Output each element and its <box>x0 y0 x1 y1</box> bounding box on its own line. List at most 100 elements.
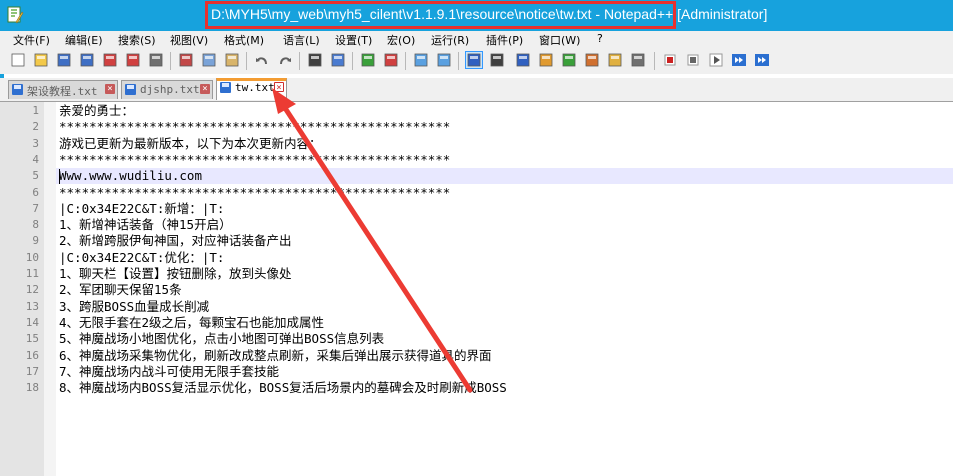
run-multiple-icon[interactable] <box>731 52 747 68</box>
menu-item-8[interactable]: 运行(R) <box>431 32 469 48</box>
line-number: 10 <box>25 250 39 264</box>
monitoring-icon[interactable] <box>630 52 646 68</box>
line-number: 5 <box>32 169 39 183</box>
toolbar-separator <box>352 52 353 70</box>
find-icon[interactable] <box>307 52 323 68</box>
line-number: 9 <box>32 234 39 248</box>
text-line[interactable]: 2、新增跨服伊甸神国，对应神话装备产出 <box>59 233 292 249</box>
text-line[interactable]: ****************************************… <box>59 119 450 135</box>
toolbar-separator <box>299 52 300 70</box>
toolbar-separator <box>405 52 406 70</box>
menu-item-5[interactable]: 语言(L) <box>283 32 320 48</box>
text-line[interactable]: 1、聊天栏【设置】按钮删除，放到头像处 <box>59 266 292 282</box>
close-all-icon[interactable] <box>125 52 141 68</box>
text-line[interactable]: |C:0x34E22C&T:新增：|T: <box>59 201 224 217</box>
toolbar <box>0 48 953 74</box>
function-list-icon[interactable] <box>584 52 600 68</box>
text-line[interactable]: 4、无限手套在2级之后，每颗宝石也能加成属性 <box>59 315 324 331</box>
stop-record-icon[interactable] <box>685 52 701 68</box>
record-macro-icon[interactable] <box>662 52 678 68</box>
text-line[interactable]: ****************************************… <box>59 152 450 168</box>
text-line[interactable]: 2、军团聊天保留15条 <box>59 282 182 298</box>
redo-icon[interactable] <box>277 52 293 68</box>
toolbar-separator <box>246 52 247 70</box>
line-number: 17 <box>25 364 39 378</box>
tab-1[interactable]: djshp.txt × <box>121 80 213 99</box>
toolbar-separator <box>170 52 171 70</box>
line-number: 14 <box>25 315 39 329</box>
tab-label: djshp.txt <box>140 83 200 96</box>
line-number: 12 <box>25 283 39 297</box>
text-line[interactable]: 1、新增神话装备（神15开启） <box>59 217 232 233</box>
save-macro-icon[interactable] <box>754 52 770 68</box>
tab-close-icon[interactable]: × <box>274 82 284 93</box>
menu-item-6[interactable]: 设置(T) <box>335 32 372 48</box>
save-disk-icon <box>12 84 23 95</box>
text-line[interactable]: 亲爱的勇士： <box>59 103 134 119</box>
menu-item-10[interactable]: 窗口(W) <box>539 32 580 48</box>
editor[interactable]: 1 2 3 4 5 6 7 8 9 10 11 12 13 14 15 16 17 18 亲爱的勇士： ******… <box>0 102 953 476</box>
show-all-chars-icon[interactable] <box>489 52 505 68</box>
fold-margin[interactable] <box>44 102 56 476</box>
copy-icon[interactable] <box>201 52 217 68</box>
undo-icon[interactable] <box>254 52 270 68</box>
save-icon[interactable] <box>56 52 72 68</box>
cut-icon[interactable] <box>178 52 194 68</box>
sync-horizontal-icon[interactable] <box>436 52 452 68</box>
notepadpp-app-icon[interactable] <box>6 6 24 24</box>
menu-item-11[interactable]: ? <box>597 32 603 45</box>
text-line[interactable]: 3、跨服BOSS血量成长削减 <box>59 299 209 315</box>
menu-item-4[interactable]: 格式(M) <box>224 32 264 48</box>
line-number: 13 <box>25 299 39 313</box>
line-number: 8 <box>32 218 39 232</box>
save-all-icon[interactable] <box>79 52 95 68</box>
tab-close-icon[interactable]: × <box>105 84 115 94</box>
open-file-icon[interactable] <box>33 52 49 68</box>
menu-item-0[interactable]: 文件(F) <box>13 32 50 48</box>
doc-map-icon[interactable] <box>561 52 577 68</box>
menu-item-9[interactable]: 插件(P) <box>486 32 523 48</box>
tab-label: 架设教程.txt <box>27 85 98 98</box>
zoom-out-icon[interactable] <box>383 52 399 68</box>
text-line[interactable]: |C:0x34E22C&T:优化：|T: <box>59 250 224 266</box>
save-disk-icon <box>220 82 231 93</box>
udl-icon[interactable] <box>538 52 554 68</box>
text-line[interactable]: 5、神魔战场小地图优化，点击小地图可弹出BOSS信息列表 <box>59 331 384 347</box>
text-line[interactable]: 8、神魔战场内BOSS复活显示优化，BOSS复活后场景内的墓碑会及时刷新成BOS… <box>59 380 507 396</box>
save-disk-icon <box>125 84 136 95</box>
line-number: 3 <box>32 136 39 150</box>
indent-guide-icon[interactable] <box>515 52 531 68</box>
text-line[interactable]: 游戏已更新为最新版本，以下为本次更新内容： <box>59 136 322 152</box>
text-line[interactable]: ****************************************… <box>59 185 450 201</box>
tab-bar: 架设教程.txt × djshp.txt × tw.txt × <box>0 78 953 102</box>
menu-item-7[interactable]: 宏(O) <box>387 32 415 48</box>
tab-close-icon[interactable]: × <box>200 84 210 94</box>
line-number: 6 <box>32 185 39 199</box>
menu-item-1[interactable]: 编辑(E) <box>65 32 103 48</box>
text-line[interactable]: 6、神魔战场采集物优化，刷新改成整点刷新，采集后弹出展示获得道具的界面 <box>59 348 492 364</box>
replace-icon[interactable] <box>330 52 346 68</box>
zoom-in-icon[interactable] <box>360 52 376 68</box>
line-number-gutter: 1 2 3 4 5 6 7 8 9 10 11 12 13 14 15 16 17 18 <box>0 102 44 476</box>
line-number: 15 <box>25 332 39 346</box>
line-number: 18 <box>25 381 39 395</box>
menu-item-2[interactable]: 搜索(S) <box>118 32 156 48</box>
title-bar[interactable]: D:\MYH5\my_web\myh5_cilent\v1.1.9.1\reso… <box>0 0 953 31</box>
line-number: 11 <box>25 267 39 280</box>
line-number: 2 <box>32 120 39 134</box>
tab-2[interactable]: tw.txt × <box>216 78 287 100</box>
text-line[interactable]: Www.www.wudiliu.com <box>59 168 202 184</box>
paste-icon[interactable] <box>224 52 240 68</box>
new-file-icon[interactable] <box>10 52 26 68</box>
play-macro-icon[interactable] <box>708 52 724 68</box>
print-icon[interactable] <box>148 52 164 68</box>
tab-label: tw.txt <box>235 81 275 94</box>
folder-workspace-icon[interactable] <box>607 52 623 68</box>
sync-vertical-icon[interactable] <box>413 52 429 68</box>
close-icon[interactable] <box>102 52 118 68</box>
text-line[interactable]: 7、神魔战场内战斗可使用无限手套技能 <box>59 364 279 380</box>
menu-item-3[interactable]: 视图(V) <box>170 32 208 48</box>
word-wrap-icon[interactable] <box>465 51 483 69</box>
tab-0[interactable]: 架设教程.txt × <box>8 80 118 99</box>
menu-bar: 文件(F) 编辑(E) 搜索(S) 视图(V) 格式(M) 语言(L) 设置(T) 宏(O) 运… <box>0 31 953 48</box>
